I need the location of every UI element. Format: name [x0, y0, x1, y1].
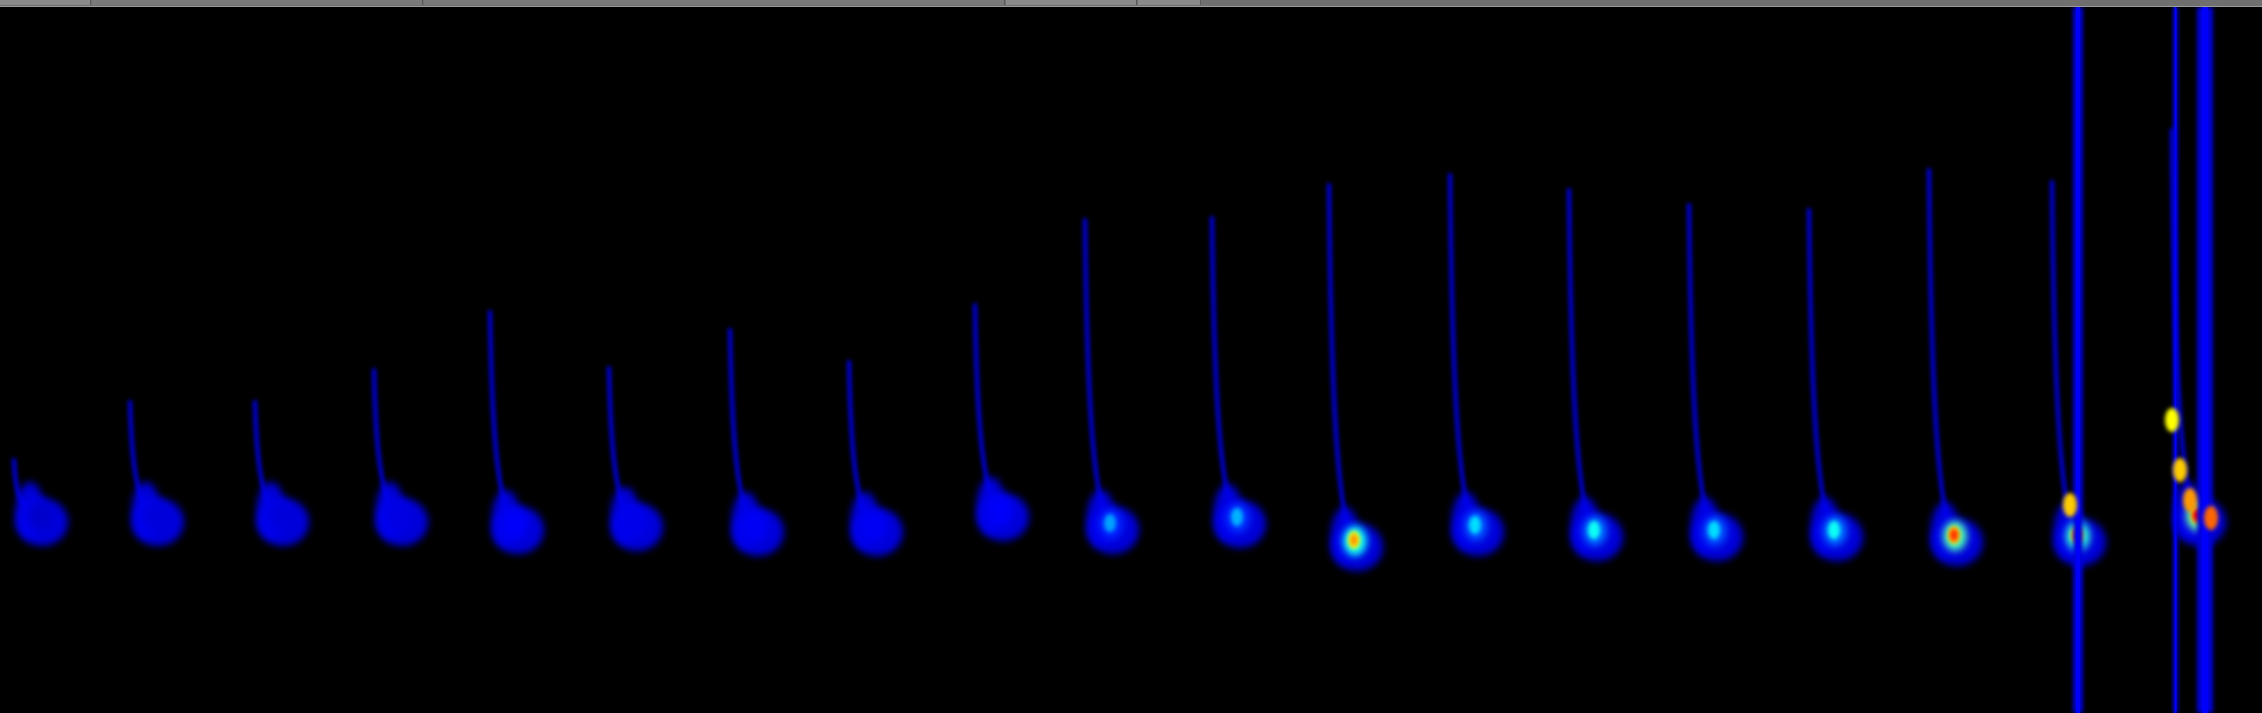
echolocation-call [253, 400, 309, 546]
echolocation-call [1083, 218, 1139, 554]
toolbar-segment[interactable] [92, 0, 423, 5]
intensity-spot [2063, 493, 2077, 517]
window-top-bar [0, 0, 2262, 7]
call-core [28, 501, 52, 531]
call-core [144, 501, 168, 531]
echolocation-call [488, 310, 544, 554]
call-core [504, 509, 528, 539]
vertical-noise-line [2197, 7, 2213, 713]
spectrogram-canvas[interactable] [0, 7, 2262, 713]
call-peak [1350, 534, 1358, 546]
echolocation-call [128, 400, 184, 546]
call-sweep [1210, 216, 1242, 532]
call-core [1828, 521, 1840, 539]
call-core [1104, 514, 1116, 532]
call-core [269, 501, 293, 531]
calls-layer [12, 128, 2226, 571]
call-sweep [1448, 173, 1480, 540]
echolocation-call [1210, 216, 1266, 548]
call-core [1231, 508, 1243, 526]
call-core [1469, 516, 1481, 534]
call-core [388, 501, 412, 531]
vertical-lines-layer [2063, 7, 2218, 713]
call-sweep [1687, 203, 1719, 545]
call-sweep [1327, 183, 1359, 555]
call-core [744, 511, 768, 541]
call-sweep [1807, 208, 1839, 545]
echolocation-call [1687, 203, 1743, 561]
echolocation-call [1927, 168, 1983, 566]
spectrogram-view[interactable] [0, 7, 2262, 713]
echolocation-call [728, 328, 784, 556]
echolocation-call [847, 360, 903, 556]
intensity-spot [2183, 488, 2197, 512]
vertical-noise-line [2073, 7, 2083, 713]
toolbar-segment[interactable] [424, 0, 1005, 5]
call-core [623, 506, 647, 536]
intensity-spot [2165, 408, 2179, 432]
call-core [863, 511, 887, 541]
intensity-spot [2173, 458, 2187, 482]
call-peak [1950, 529, 1958, 541]
toolbar-segment[interactable] [1138, 0, 1201, 5]
call-sweep [1083, 218, 1115, 538]
call-core [1588, 521, 1600, 539]
echolocation-call [1807, 208, 1863, 561]
echolocation-call [372, 368, 428, 546]
call-core [1708, 521, 1720, 539]
echolocation-call [973, 303, 1029, 541]
toolbar-segment[interactable] [0, 0, 91, 5]
call-core [989, 496, 1013, 526]
echolocation-call [607, 366, 663, 551]
echolocation-call [1567, 188, 1623, 561]
call-sweep [1567, 188, 1599, 545]
vertical-noise-line [2173, 7, 2178, 713]
echolocation-call [12, 458, 68, 546]
call-sweep [1927, 168, 1959, 550]
echolocation-call [1448, 173, 1504, 556]
echolocation-call [1327, 183, 1383, 571]
intensity-spot [2204, 506, 2218, 530]
toolbar-segment[interactable] [1006, 0, 1137, 5]
